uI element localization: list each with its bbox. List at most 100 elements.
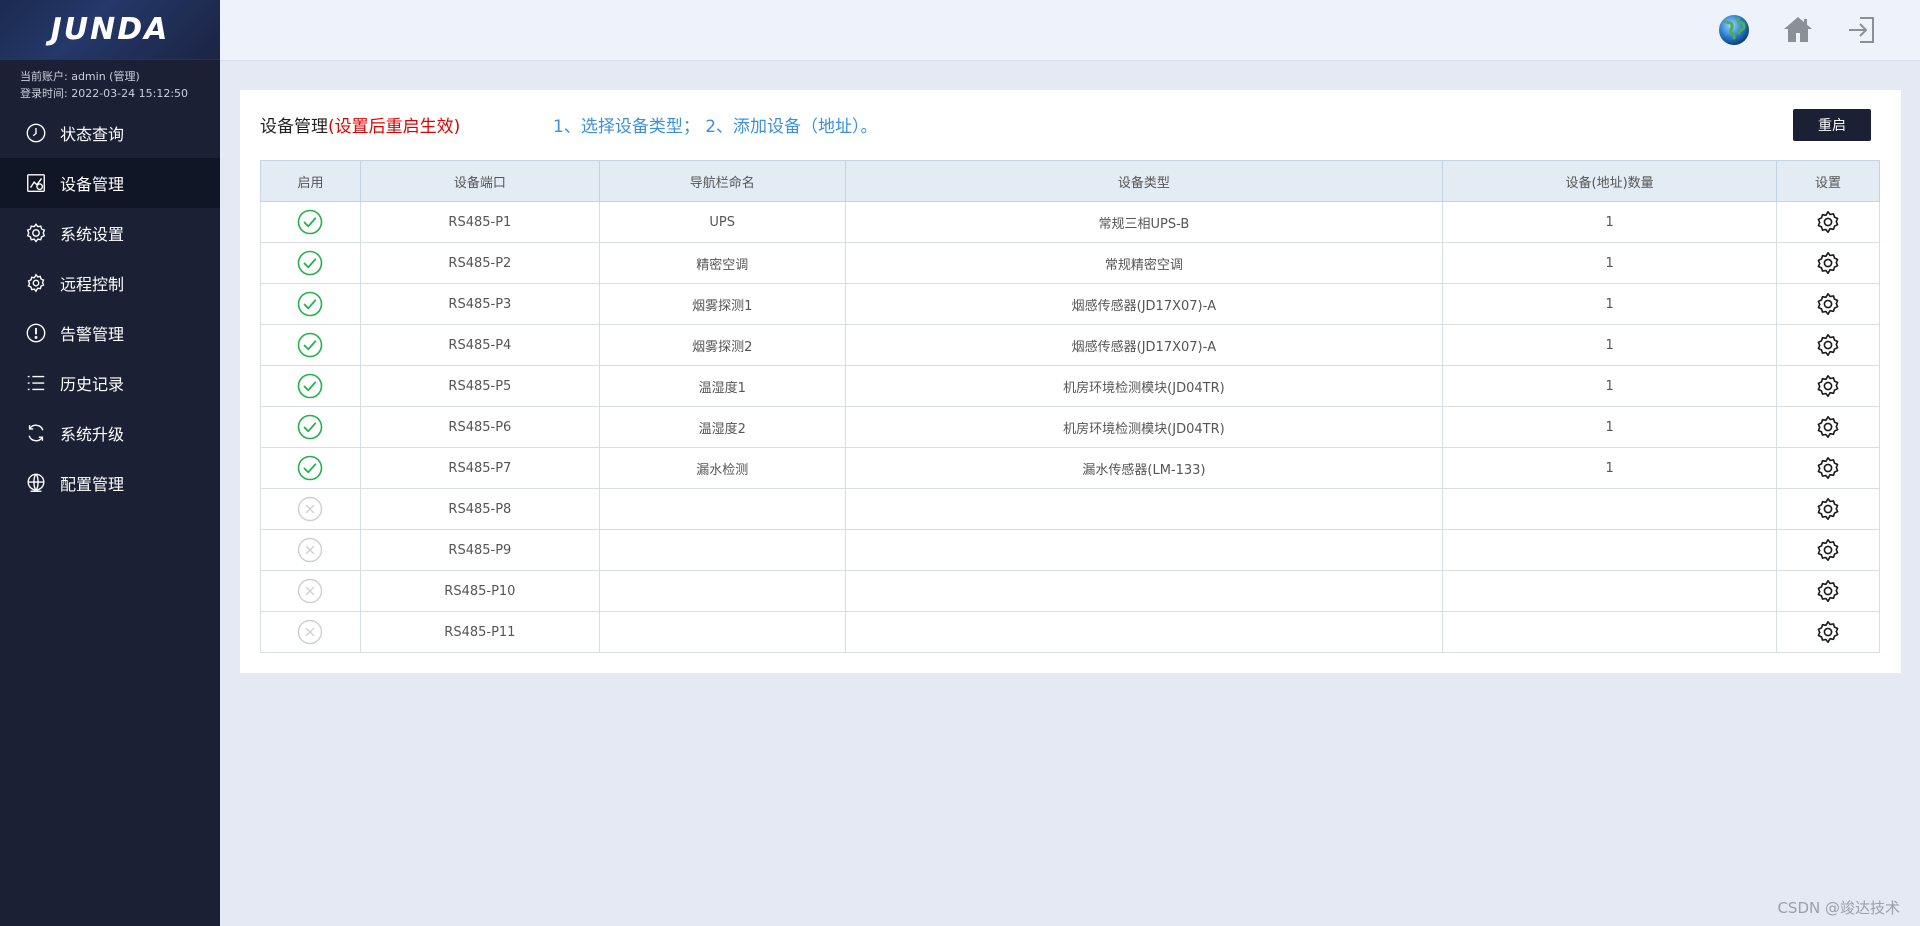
- settings-gear-icon[interactable]: [1815, 250, 1841, 276]
- clock-icon: [24, 121, 48, 145]
- header-settings: 设置: [1776, 160, 1880, 202]
- cell-device-count: 1: [1442, 283, 1777, 325]
- cell-nav-name: [598, 570, 846, 612]
- sidebar-item-config[interactable]: 配置管理: [0, 458, 220, 508]
- cell-device-type: 烟感传感器(JD17X07)-A: [844, 283, 1444, 325]
- cell-port: RS485-P11: [359, 611, 600, 653]
- cell-device-count: 1: [1442, 447, 1777, 489]
- sidebar-item-upgrade[interactable]: 系统升级: [0, 408, 220, 458]
- cell-device-count: 1: [1442, 201, 1777, 243]
- table-row: RS485-P8: [260, 488, 1880, 530]
- sidebar-item-status[interactable]: 状态查询: [0, 108, 220, 158]
- cell-port: RS485-P5: [359, 365, 600, 407]
- cross-circle-icon[interactable]: [297, 578, 323, 604]
- settings-gear-icon[interactable]: [1815, 537, 1841, 563]
- sidebar-item-system-settings[interactable]: 系统设置: [0, 208, 220, 258]
- settings-gear-icon[interactable]: [1815, 373, 1841, 399]
- page-title: 设备管理(设置后重启生效): [260, 112, 460, 137]
- table-row: RS485-P10: [260, 570, 1880, 612]
- cell-port: RS485-P10: [359, 570, 600, 612]
- settings-gear-icon[interactable]: [1815, 578, 1841, 604]
- cross-circle-icon[interactable]: [297, 496, 323, 522]
- cell-device-type: 常规三相UPS-B: [844, 201, 1444, 243]
- check-circle-icon[interactable]: [297, 332, 323, 358]
- settings-gear-icon[interactable]: [1815, 455, 1841, 481]
- cell-port: RS485-P3: [359, 283, 600, 325]
- table-row: RS485-P7 漏水检测 漏水传感器(LM-133) 1: [260, 447, 1880, 489]
- cell-device-count: 1: [1442, 242, 1777, 284]
- cell-settings: [1776, 365, 1880, 407]
- sidebar: JUNDA 当前账户: admin (管理) 登录时间: 2022-03-24 …: [0, 0, 220, 926]
- cell-device-type: [844, 611, 1444, 653]
- cell-settings: [1776, 201, 1880, 243]
- table-row: RS485-P4 烟雾探测2 烟感传感器(JD17X07)-A 1: [260, 324, 1880, 366]
- cell-device-count: [1442, 488, 1777, 530]
- cell-device-count: 1: [1442, 365, 1777, 407]
- cell-nav-name: [598, 529, 846, 571]
- header-device-type: 设备类型: [844, 160, 1444, 202]
- restart-button[interactable]: 重启: [1793, 109, 1871, 141]
- table-row: RS485-P6 温湿度2 机房环境检测模块(JD04TR) 1: [260, 406, 1880, 448]
- settings-gear-icon[interactable]: [1815, 496, 1841, 522]
- cell-device-count: [1442, 570, 1777, 612]
- account-info: 当前账户: admin (管理) 登录时间: 2022-03-24 15:12:…: [0, 60, 220, 106]
- cell-nav-name: 烟雾探测1: [598, 283, 846, 325]
- settings-gear-icon[interactable]: [1815, 209, 1841, 235]
- table-row: RS485-P9: [260, 529, 1880, 571]
- check-circle-icon[interactable]: [297, 250, 323, 276]
- cell-settings: [1776, 611, 1880, 653]
- cell-enabled: [260, 283, 361, 325]
- cross-circle-icon[interactable]: [297, 537, 323, 563]
- cell-device-type: 烟感传感器(JD17X07)-A: [844, 324, 1444, 366]
- sidebar-item-label: 历史记录: [60, 375, 125, 394]
- table-header-row: 启用 设备端口 导航栏命名 设备类型 设备(地址)数量 设置: [260, 160, 1880, 202]
- cell-device-count: 1: [1442, 406, 1777, 448]
- cell-enabled: [260, 324, 361, 366]
- watermark: CSDN @竣达技术: [1777, 899, 1900, 917]
- settings-gear-icon[interactable]: [1815, 619, 1841, 645]
- refresh-icon: [24, 421, 48, 445]
- cell-device-type: 漏水传感器(LM-133): [844, 447, 1444, 489]
- cell-port: RS485-P1: [359, 201, 600, 243]
- check-circle-icon[interactable]: [297, 291, 323, 317]
- sidebar-item-label: 状态查询: [60, 125, 125, 144]
- sidebar-item-history[interactable]: 历史记录: [0, 358, 220, 408]
- cell-device-count: 1: [1442, 324, 1777, 366]
- list-icon: [24, 371, 48, 395]
- alert-icon: [24, 321, 48, 345]
- check-circle-icon[interactable]: [297, 209, 323, 235]
- sidebar-item-label: 配置管理: [60, 475, 125, 494]
- logout-icon[interactable]: [1844, 12, 1880, 48]
- account-label: 当前账户: admin (管理): [20, 70, 140, 83]
- check-circle-icon[interactable]: [297, 414, 323, 440]
- cell-settings: [1776, 324, 1880, 366]
- settings-gear-icon[interactable]: [1815, 291, 1841, 317]
- globe-icon[interactable]: [1716, 12, 1752, 48]
- instruction-hint: 1、选择设备类型； 2、添加设备（地址）。: [553, 117, 878, 137]
- cell-device-type: [844, 570, 1444, 612]
- remote-gear-icon: [24, 271, 48, 295]
- home-icon[interactable]: [1780, 12, 1816, 48]
- check-circle-icon[interactable]: [297, 455, 323, 481]
- settings-gear-icon[interactable]: [1815, 332, 1841, 358]
- cell-port: RS485-P9: [359, 529, 600, 571]
- cross-circle-icon[interactable]: [297, 619, 323, 645]
- sidebar-item-alarm[interactable]: 告警管理: [0, 308, 220, 358]
- cell-port: RS485-P7: [359, 447, 600, 489]
- cell-settings: [1776, 447, 1880, 489]
- logo-text: JUNDA: [50, 12, 170, 47]
- cell-enabled: [260, 406, 361, 448]
- sidebar-item-remote-control[interactable]: 远程控制: [0, 258, 220, 308]
- cell-nav-name: 漏水检测: [598, 447, 846, 489]
- cell-enabled: [260, 570, 361, 612]
- cell-enabled: [260, 529, 361, 571]
- table-row: RS485-P11: [260, 611, 1880, 653]
- sidebar-item-label: 告警管理: [60, 325, 125, 344]
- title-warning: (设置后重启生效): [328, 117, 461, 137]
- settings-gear-icon[interactable]: [1815, 414, 1841, 440]
- sidebar-item-device[interactable]: 设备管理: [0, 158, 220, 208]
- table-row: RS485-P5 温湿度1 机房环境检测模块(JD04TR) 1: [260, 365, 1880, 407]
- device-edit-icon: [24, 171, 48, 195]
- cell-device-type: [844, 529, 1444, 571]
- check-circle-icon[interactable]: [297, 373, 323, 399]
